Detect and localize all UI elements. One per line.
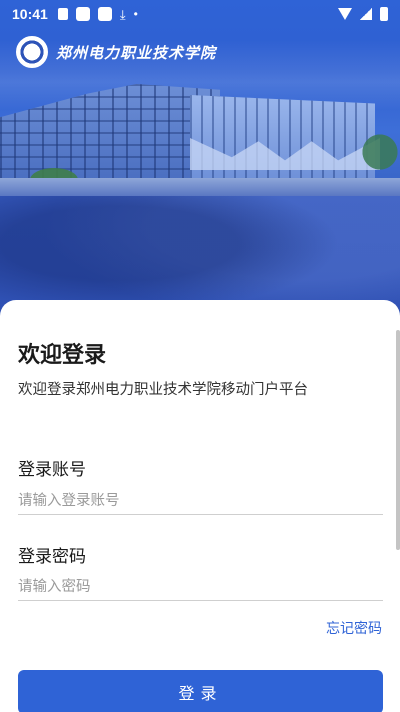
password-label: 登录密码 (18, 547, 86, 567)
trees (360, 130, 400, 185)
download-icon: ⤓ (119, 6, 126, 22)
password-input[interactable] (18, 573, 383, 601)
scrollbar[interactable] (396, 330, 400, 550)
status-time: 10:41 (12, 6, 48, 22)
school-name: 郑州电力职业技术学院 (56, 43, 217, 62)
wifi-icon (338, 8, 352, 20)
status-bar: 10:41 ⤓ • (0, 0, 400, 28)
school-emblem-icon (16, 36, 48, 68)
battery-icon (380, 7, 388, 21)
login-subtitle: 欢迎登录郑州电力职业技术学院移动门户平台 (18, 382, 308, 398)
app-square-icon (75, 7, 90, 21)
school-logo: 郑州电力职业技术学院 (16, 36, 216, 68)
login-card: 欢迎登录 欢迎登录郑州电力职业技术学院移动门户平台 登录账号 登录密码 忘记密码… (0, 300, 400, 712)
app-square-icon (97, 7, 112, 21)
login-button[interactable]: 登录 (18, 670, 383, 712)
app-square-icon (57, 8, 68, 20)
notification-icons: ⤓ • (57, 6, 138, 22)
system-icons (338, 7, 388, 21)
forgot-password-link[interactable]: 忘记密码 (326, 618, 382, 638)
ground (0, 178, 400, 196)
account-input[interactable] (18, 487, 383, 515)
dot-icon: • (133, 7, 138, 21)
login-title: 欢迎登录 (18, 343, 107, 368)
signal-icon (360, 8, 372, 20)
account-label: 登录账号 (18, 460, 86, 480)
